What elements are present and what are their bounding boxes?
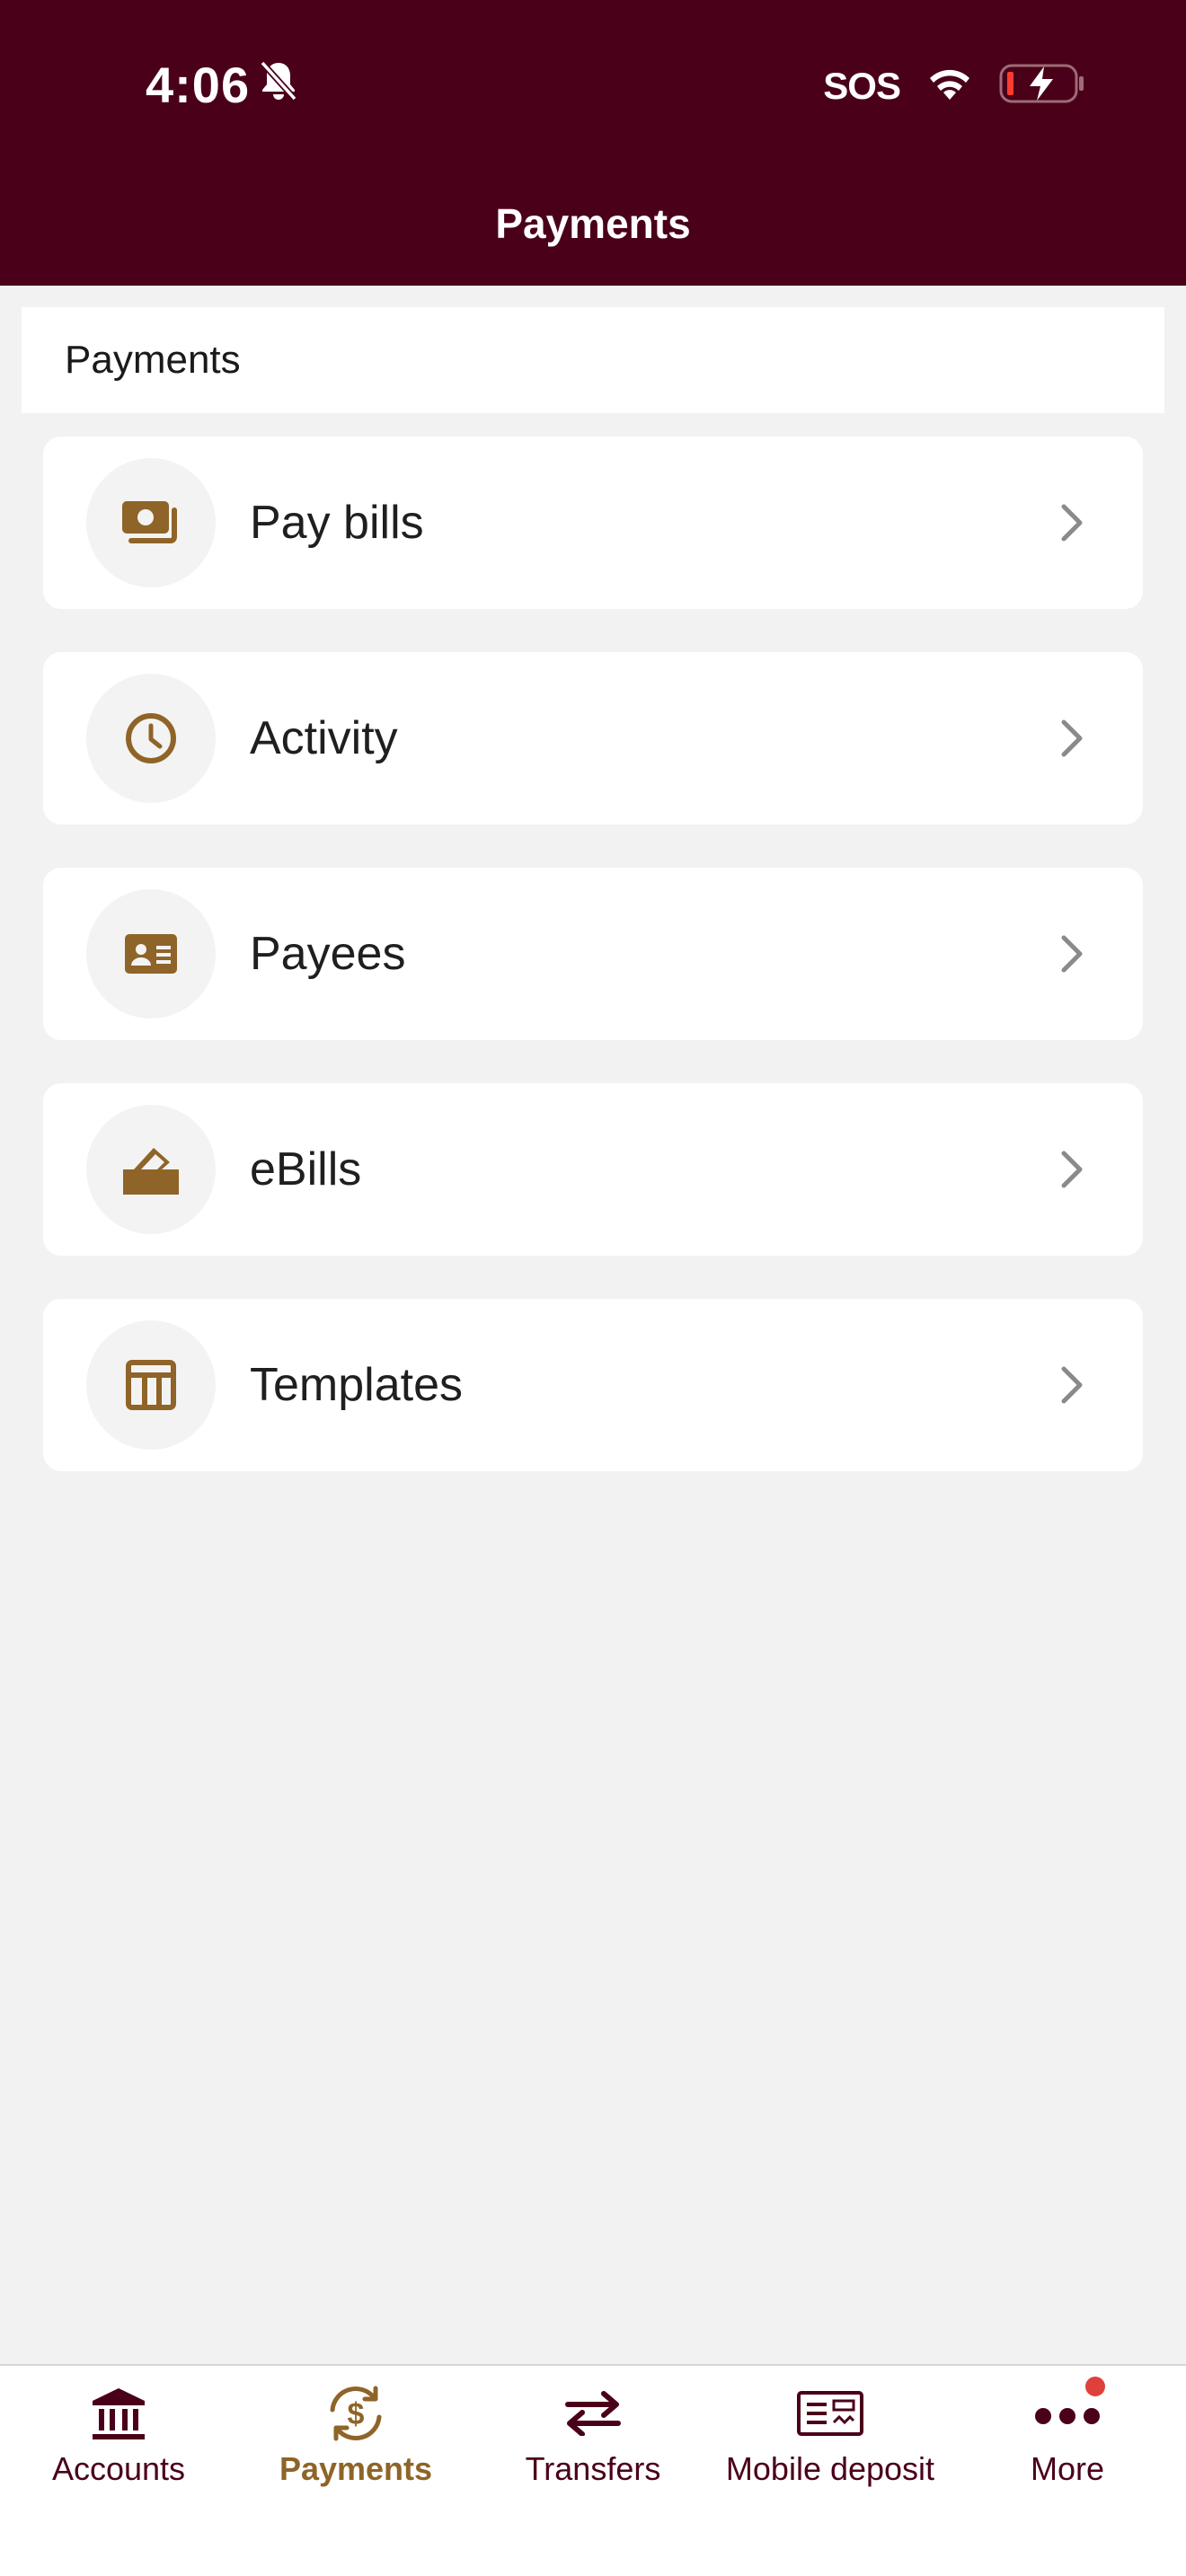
dollar-cycle-icon: $: [320, 2382, 392, 2445]
tab-more[interactable]: More: [949, 2377, 1186, 2490]
status-right: SOS: [823, 63, 1085, 109]
status-time: 4:06: [146, 56, 298, 114]
menu-item-label: Pay bills: [250, 497, 424, 549]
chevron-right-icon: [1061, 1366, 1083, 1404]
tab-accounts[interactable]: Accounts: [0, 2382, 237, 2490]
tab-mobile-deposit[interactable]: Mobile deposit: [712, 2382, 949, 2490]
tab-label: Accounts: [51, 2450, 186, 2487]
tab-transfers[interactable]: Transfers: [474, 2382, 712, 2490]
clock-icon: [86, 674, 216, 803]
money-bill-icon: [86, 458, 216, 587]
tab-payments[interactable]: $ Payments: [237, 2382, 474, 2490]
check-deposit-icon: [794, 2382, 866, 2445]
bell-slash-icon: [259, 56, 298, 114]
menu-item-label: Activity: [250, 712, 398, 764]
payments-screen: 4:06 SOS Payments Payments Pay bills Act…: [0, 0, 1186, 2576]
app-header: 4:06 SOS Payments: [0, 0, 1186, 286]
chevron-right-icon: [1061, 719, 1083, 757]
battery-charging-icon: [999, 63, 1085, 109]
menu-item-label: eBills: [250, 1143, 362, 1195]
chevron-right-icon: [1061, 504, 1083, 542]
envelope-open-icon: [86, 1105, 216, 1234]
id-card-icon: [86, 889, 216, 1019]
carrier-label: SOS: [823, 64, 901, 107]
menu-item-pay-bills[interactable]: Pay bills: [43, 437, 1143, 609]
chevron-right-icon: [1061, 935, 1083, 973]
status-time-text: 4:06: [146, 57, 251, 113]
tab-label: Transfers: [525, 2450, 661, 2487]
arrows-exchange-icon: [557, 2382, 629, 2445]
notification-badge: [1085, 2377, 1105, 2396]
svg-text:$: $: [348, 2397, 365, 2431]
tab-label: Payments: [279, 2450, 433, 2487]
tab-label: More: [1030, 2450, 1105, 2487]
bottom-tab-bar: Accounts $ Payments Transfers Mobile dep…: [0, 2364, 1186, 2576]
template-icon: [86, 1320, 216, 1450]
menu-item-label: Templates: [250, 1359, 463, 1411]
bank-icon: [83, 2382, 155, 2445]
menu-item-label: Payees: [250, 928, 406, 980]
section-title: Payments: [65, 338, 241, 382]
menu-item-ebills[interactable]: eBills: [43, 1083, 1143, 1256]
tab-label: Mobile deposit: [725, 2450, 935, 2487]
menu-item-activity[interactable]: Activity: [43, 652, 1143, 825]
menu-item-templates[interactable]: Templates: [43, 1299, 1143, 1471]
chevron-right-icon: [1061, 1151, 1083, 1188]
wifi-icon: [925, 66, 974, 106]
page-title: Payments: [495, 200, 691, 247]
more-dots-icon: [1031, 2377, 1105, 2445]
payments-menu: Pay bills Activity Payees eBills Templat…: [43, 437, 1143, 1514]
menu-item-payees[interactable]: Payees: [43, 868, 1143, 1040]
section-header: Payments: [22, 307, 1164, 413]
